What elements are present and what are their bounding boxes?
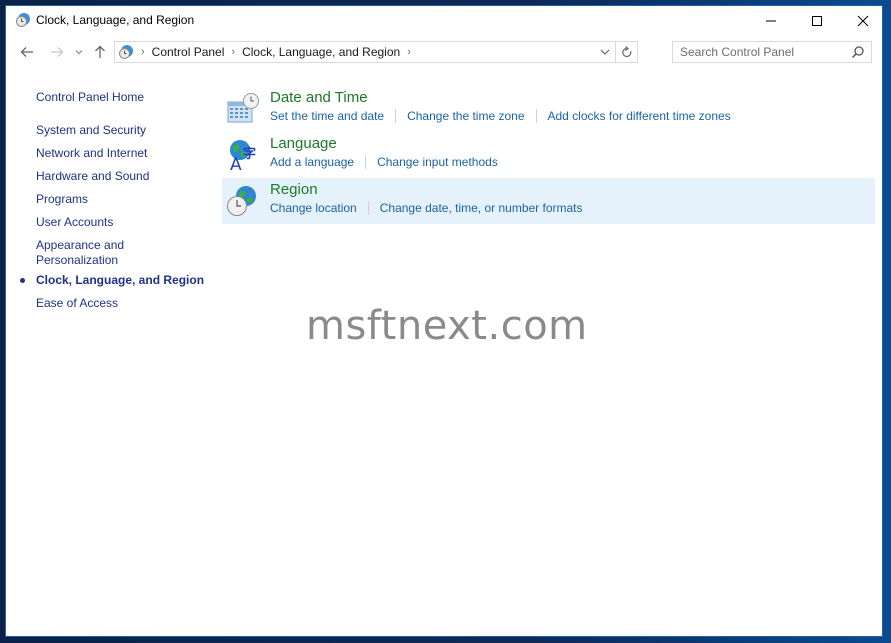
navigation-bar: › Control Panel › Clock, Language, and R…: [6, 40, 882, 64]
chevron-down-icon: [600, 49, 610, 55]
refresh-icon: [621, 45, 631, 57]
address-bar[interactable]: › Control Panel › Clock, Language, and R…: [114, 41, 638, 63]
address-dropdown-button[interactable]: [596, 42, 614, 62]
breadcrumb-separator-icon[interactable]: ›: [141, 46, 145, 58]
current-page-bullet-icon: [20, 278, 25, 283]
up-button[interactable]: [90, 40, 110, 64]
refresh-button[interactable]: [615, 42, 637, 62]
sidebar-item-clock-language-region[interactable]: Clock, Language, and Region: [36, 273, 206, 288]
link-add-language[interactable]: Add a language: [270, 155, 354, 169]
link-change-formats[interactable]: Change date, time, or number formats: [380, 201, 583, 215]
maximize-icon: [812, 16, 822, 26]
category-title-date-time[interactable]: Date and Time: [270, 89, 368, 106]
minimize-button[interactable]: [748, 6, 794, 36]
link-change-location[interactable]: Change location: [270, 201, 357, 215]
category-links: Add a language Change input methods: [270, 155, 498, 169]
chevron-down-icon: [75, 50, 83, 55]
category-title-region[interactable]: Region: [270, 181, 318, 198]
link-set-time-date[interactable]: Set the time and date: [270, 109, 384, 123]
breadcrumb-clock-language-region[interactable]: Clock, Language, and Region: [242, 45, 400, 59]
calendar-clock-icon: [227, 93, 259, 123]
control-panel-window: Clock, Language, and Region › Control Pa…: [5, 5, 883, 637]
search-icon[interactable]: [851, 45, 865, 59]
back-button[interactable]: [16, 40, 38, 64]
category-links: Change location Change date, time, or nu…: [270, 201, 583, 215]
link-divider: [365, 155, 367, 169]
close-button[interactable]: [840, 6, 886, 36]
arrow-left-icon: [20, 47, 33, 57]
search-input[interactable]: [680, 44, 840, 60]
arrow-right-icon: [51, 47, 64, 57]
link-add-clocks[interactable]: Add clocks for different time zones: [548, 109, 731, 123]
category-region: Region Change location Change date, time…: [222, 178, 875, 224]
sidebar-item-system-security[interactable]: System and Security: [36, 123, 206, 138]
arrow-up-icon: [95, 45, 105, 58]
svg-text:字: 字: [243, 146, 256, 162]
link-divider: [367, 201, 369, 215]
forward-button[interactable]: [46, 40, 68, 64]
sidebar-item-hardware-sound[interactable]: Hardware and Sound: [36, 169, 206, 184]
sidebar-control-panel-home[interactable]: Control Panel Home: [36, 90, 206, 105]
sidebar-item-programs[interactable]: Programs: [36, 192, 206, 207]
sidebar-item-appearance-personalization[interactable]: Appearance and Personalization: [36, 238, 136, 268]
breadcrumb-separator-icon[interactable]: ›: [407, 46, 411, 58]
window-title: Clock, Language, and Region: [36, 13, 195, 27]
sidebar-item-ease-of-access[interactable]: Ease of Access: [36, 296, 206, 311]
category-language: A 字 Language Add a language Change input…: [222, 132, 875, 178]
link-change-time-zone[interactable]: Change the time zone: [407, 109, 524, 123]
maximize-button[interactable]: [794, 6, 840, 36]
sidebar-item-network-internet[interactable]: Network and Internet: [36, 146, 206, 161]
language-globe-icon: A 字: [230, 140, 256, 172]
minimize-icon: [766, 20, 776, 22]
search-box[interactable]: [672, 41, 872, 63]
clock-globe-icon: [119, 45, 133, 59]
category-links: Set the time and date Change the time zo…: [270, 109, 731, 123]
watermark-text: msftnext.com: [306, 303, 588, 349]
breadcrumb-control-panel[interactable]: Control Panel: [152, 45, 225, 59]
title-bar[interactable]: Clock, Language, and Region: [6, 6, 882, 36]
sidebar-item-user-accounts[interactable]: User Accounts: [36, 215, 206, 230]
svg-text:A: A: [230, 155, 242, 172]
link-divider: [395, 109, 397, 123]
category-date-time: Date and Time Set the time and date Chan…: [222, 86, 875, 132]
recent-locations-button[interactable]: [72, 40, 86, 64]
close-icon: [857, 15, 869, 27]
globe-clock-icon: [227, 186, 256, 216]
clock-globe-icon: [16, 13, 30, 27]
link-divider: [535, 109, 537, 123]
link-change-input-methods[interactable]: Change input methods: [377, 155, 498, 169]
breadcrumb-separator-icon[interactable]: ›: [231, 46, 235, 58]
category-title-language[interactable]: Language: [270, 135, 337, 152]
